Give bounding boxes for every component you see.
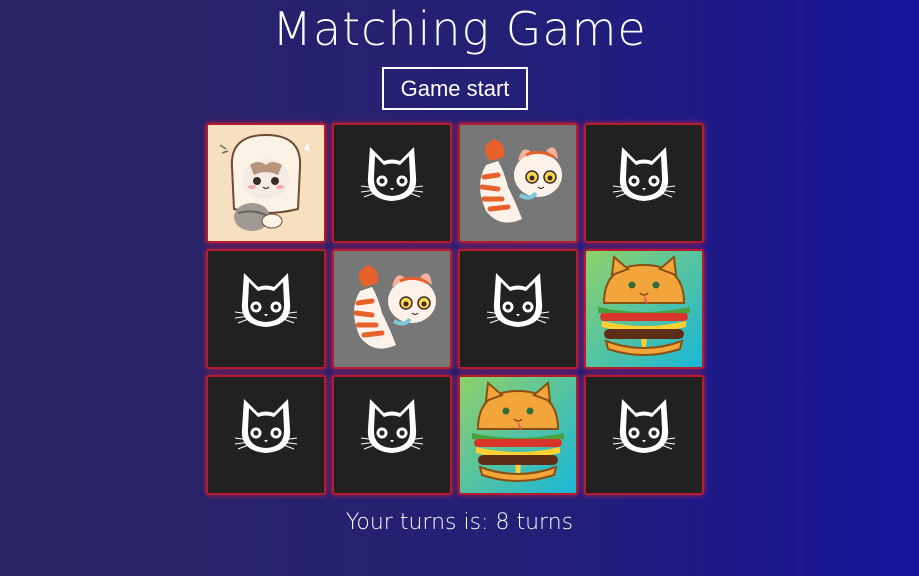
card-shrimp-cat[interactable]: [332, 249, 452, 369]
card-face-down[interactable]: [332, 123, 452, 243]
shrimp-cat-icon: [460, 125, 576, 241]
card-shrimp-cat[interactable]: [458, 123, 578, 243]
cat-silhouette-icon: [334, 125, 450, 241]
card-burger-cat[interactable]: [584, 249, 704, 369]
bread-cat-icon: [208, 125, 324, 241]
cat-silhouette-icon: [586, 377, 702, 493]
card-face-down[interactable]: [584, 123, 704, 243]
cat-silhouette-icon: [208, 251, 324, 367]
card-face-down[interactable]: [206, 249, 326, 369]
card-face-down[interactable]: [584, 375, 704, 495]
cat-silhouette-icon: [586, 125, 702, 241]
turn-counter: Your turns is: 8 turns: [0, 510, 919, 535]
shrimp-cat-icon: [334, 251, 450, 367]
game-start-button[interactable]: Game start: [382, 67, 528, 110]
cat-silhouette-icon: [460, 251, 576, 367]
card-burger-cat[interactable]: [458, 375, 578, 495]
burger-cat-icon: [460, 377, 576, 493]
cat-silhouette-icon: [334, 377, 450, 493]
turns-suffix: turns: [509, 510, 574, 535]
card-face-down[interactable]: [206, 375, 326, 495]
card-bread-cat[interactable]: [206, 123, 326, 243]
burger-cat-icon: [586, 251, 702, 367]
cat-silhouette-icon: [208, 377, 324, 493]
turns-prefix: Your turns is:: [345, 510, 496, 535]
card-grid: [206, 123, 704, 495]
card-face-down[interactable]: [332, 375, 452, 495]
game-title: Matching Game: [272, 2, 647, 56]
turns-count: 8: [495, 510, 510, 535]
card-face-down[interactable]: [458, 249, 578, 369]
